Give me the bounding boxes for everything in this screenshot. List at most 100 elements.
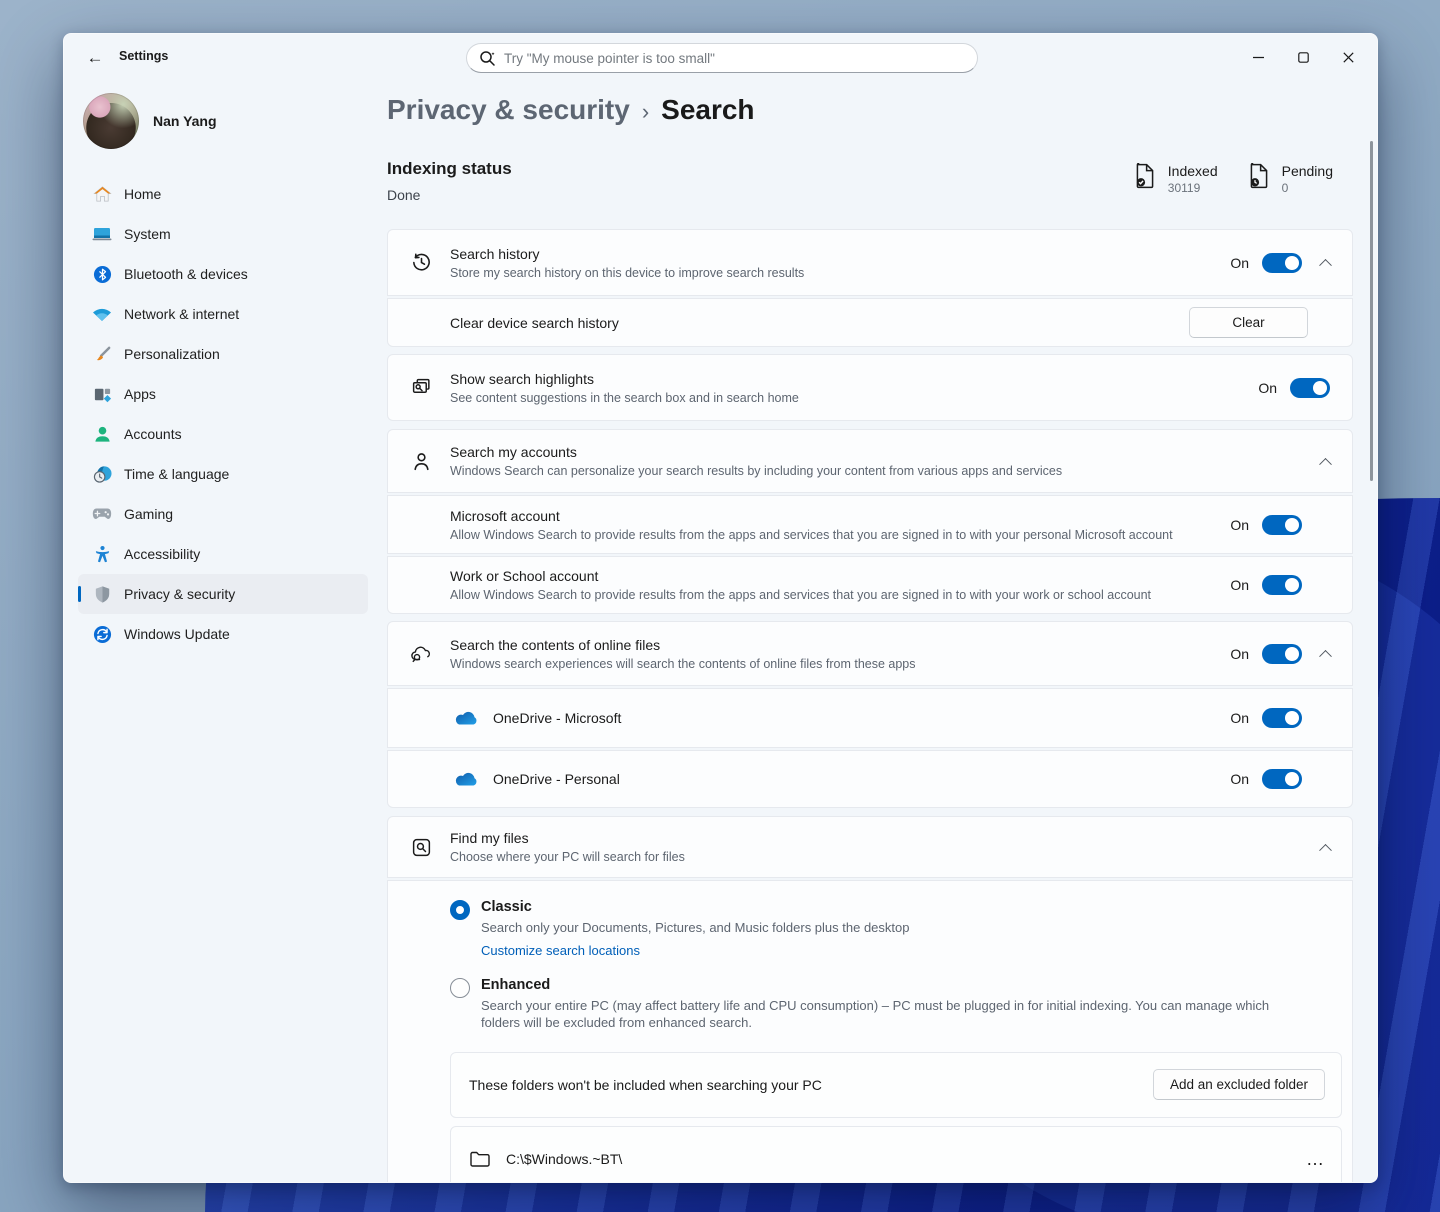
excluded-folders-text: These folders won't be included when sea… xyxy=(469,1076,822,1093)
settings-window: ← Settings Try "My mouse pointer is too … xyxy=(63,33,1378,1183)
cloud-search-icon xyxy=(411,644,450,664)
sidebar-item-label: Home xyxy=(124,186,162,202)
online-files-toggle[interactable] xyxy=(1262,643,1302,664)
row-title: Find my files xyxy=(450,830,529,846)
customize-search-locations-link[interactable]: Customize search locations xyxy=(481,943,640,958)
sidebar-item-privacy-security[interactable]: Privacy & security xyxy=(78,574,368,614)
accounts-icon xyxy=(92,424,112,444)
chevron-up-icon[interactable] xyxy=(1319,843,1332,857)
maximize-button[interactable] xyxy=(1281,40,1326,74)
clear-button[interactable]: Clear xyxy=(1189,307,1308,338)
titlebar: ← Settings xyxy=(64,34,1377,80)
chevron-up-icon[interactable] xyxy=(1319,649,1332,663)
row-description: Store my search history on this device t… xyxy=(450,265,805,280)
minimize-button[interactable] xyxy=(1236,40,1281,74)
desktop-wallpaper: ← Settings Try "My mouse pointer is too … xyxy=(0,0,1440,1212)
search-input[interactable] xyxy=(504,50,965,66)
privacy-security-shield-icon xyxy=(92,584,112,604)
sidebar-item-time-language[interactable]: Time & language xyxy=(78,454,368,494)
close-button[interactable] xyxy=(1326,40,1371,74)
sidebar-item-label: Apps xyxy=(124,386,156,402)
chevron-up-icon[interactable] xyxy=(1319,258,1332,272)
settings-search-box[interactable] xyxy=(466,43,978,73)
sidebar-item-label: Privacy & security xyxy=(124,586,236,602)
person-icon xyxy=(411,451,450,472)
onedrive-icon xyxy=(454,710,480,727)
microsoft-account-toggle[interactable] xyxy=(1262,514,1302,535)
onedrive-personal-toggle[interactable] xyxy=(1262,769,1302,789)
sidebar-nav: Home System Bluetooth & devices Network … xyxy=(78,174,368,654)
excluded-folder-path: C:\$Windows.~BT\ xyxy=(506,1150,623,1167)
main-content: Privacy & security › Search Indexing sta… xyxy=(387,90,1353,1182)
sidebar-item-label: Accounts xyxy=(124,426,182,442)
sidebar-item-system[interactable]: System xyxy=(78,214,368,254)
onedrive-personal-row: OneDrive - Personal On xyxy=(387,750,1353,808)
time-language-icon xyxy=(92,464,112,484)
indexing-status-block: Indexing status Done Indexed 30119 Pendi… xyxy=(387,159,1353,203)
sidebar-item-label: Time & language xyxy=(124,466,230,482)
search-history-row[interactable]: Search history Store my search history o… xyxy=(387,229,1353,296)
folder-more-menu[interactable]: … xyxy=(1306,1150,1325,1168)
pending-label: Pending xyxy=(1281,163,1333,179)
sidebar-item-label: System xyxy=(124,226,171,242)
classic-radio[interactable] xyxy=(450,900,470,920)
enhanced-radio[interactable] xyxy=(450,978,470,999)
row-description: Allow Windows Search to provide results … xyxy=(450,527,1173,542)
vertical-scrollbar[interactable] xyxy=(1370,141,1373,481)
search-my-accounts-row[interactable]: Search my accounts Windows Search can pe… xyxy=(387,429,1353,493)
find-my-files-row[interactable]: Find my files Choose where your PC will … xyxy=(387,816,1353,878)
back-arrow-icon: ← xyxy=(86,48,104,67)
classic-description: Search only your Documents, Pictures, an… xyxy=(481,920,910,935)
breadcrumb-parent[interactable]: Privacy & security xyxy=(387,94,630,126)
enhanced-title: Enhanced xyxy=(481,977,551,994)
search-highlights-icon xyxy=(411,377,450,398)
onedrive-microsoft-toggle[interactable] xyxy=(1262,708,1302,728)
app-title: Settings xyxy=(119,49,169,63)
online-files-row[interactable]: Search the contents of online files Wind… xyxy=(387,621,1353,686)
sidebar-item-label: Network & internet xyxy=(124,306,240,322)
chevron-up-icon[interactable] xyxy=(1319,457,1332,471)
sidebar-item-accessibility[interactable]: Accessibility xyxy=(78,534,368,574)
row-description: Windows search experiences will search t… xyxy=(450,656,916,671)
search-highlights-row[interactable]: Show search highlights See content sugge… xyxy=(387,354,1353,421)
clear-history-label: Clear device search history xyxy=(450,314,619,331)
microsoft-account-row: Microsoft account Allow Windows Search t… xyxy=(387,495,1353,554)
windows-update-icon xyxy=(92,624,112,644)
row-description: Windows Search can personalize your sear… xyxy=(450,464,1063,478)
folder-icon xyxy=(469,1149,491,1168)
row-title: Show search highlights xyxy=(450,370,594,387)
row-title: OneDrive - Microsoft xyxy=(493,710,622,726)
sidebar-item-network-internet[interactable]: Network & internet xyxy=(78,294,368,334)
user-name: Nan Yang xyxy=(153,113,217,129)
search-highlights-toggle[interactable] xyxy=(1290,377,1330,398)
sidebar-item-bluetooth-devices[interactable]: Bluetooth & devices xyxy=(78,254,368,294)
work-school-account-toggle[interactable] xyxy=(1262,575,1302,595)
onedrive-icon xyxy=(454,771,480,788)
user-profile[interactable]: Nan Yang xyxy=(78,90,368,152)
clear-history-row: Clear device search history Clear xyxy=(387,298,1353,347)
sidebar-item-apps[interactable]: Apps xyxy=(78,374,368,414)
search-history-icon xyxy=(411,252,450,273)
back-button[interactable]: ← xyxy=(78,44,112,72)
add-excluded-folder-button[interactable]: Add an excluded folder xyxy=(1153,1069,1325,1101)
row-title: Search history xyxy=(450,245,540,262)
sidebar-item-home[interactable]: Home xyxy=(78,174,368,214)
breadcrumb: Privacy & security › Search xyxy=(387,94,1353,126)
enhanced-description: Search your entire PC (may affect batter… xyxy=(481,998,1270,1030)
sidebar-item-label: Bluetooth & devices xyxy=(124,266,248,282)
sidebar-item-windows-update[interactable]: Windows Update xyxy=(78,614,368,654)
classic-option: Classic Search only your Documents, Pict… xyxy=(388,899,1352,960)
row-title: Search the contents of online files xyxy=(450,636,661,653)
home-icon xyxy=(92,184,112,204)
toggle-state-label: On xyxy=(1230,710,1249,726)
pending-stat: Pending 0 xyxy=(1248,162,1333,195)
window-controls xyxy=(1236,40,1371,74)
accessibility-icon xyxy=(92,544,112,564)
pending-document-clock-icon xyxy=(1248,162,1270,194)
settings-cards: Search history Store my search history o… xyxy=(387,229,1353,1182)
onedrive-microsoft-row: OneDrive - Microsoft On xyxy=(387,688,1353,748)
search-history-toggle[interactable] xyxy=(1262,252,1302,273)
sidebar-item-personalization[interactable]: Personalization xyxy=(78,334,368,374)
sidebar-item-gaming[interactable]: Gaming xyxy=(78,494,368,534)
sidebar-item-accounts[interactable]: Accounts xyxy=(78,414,368,454)
